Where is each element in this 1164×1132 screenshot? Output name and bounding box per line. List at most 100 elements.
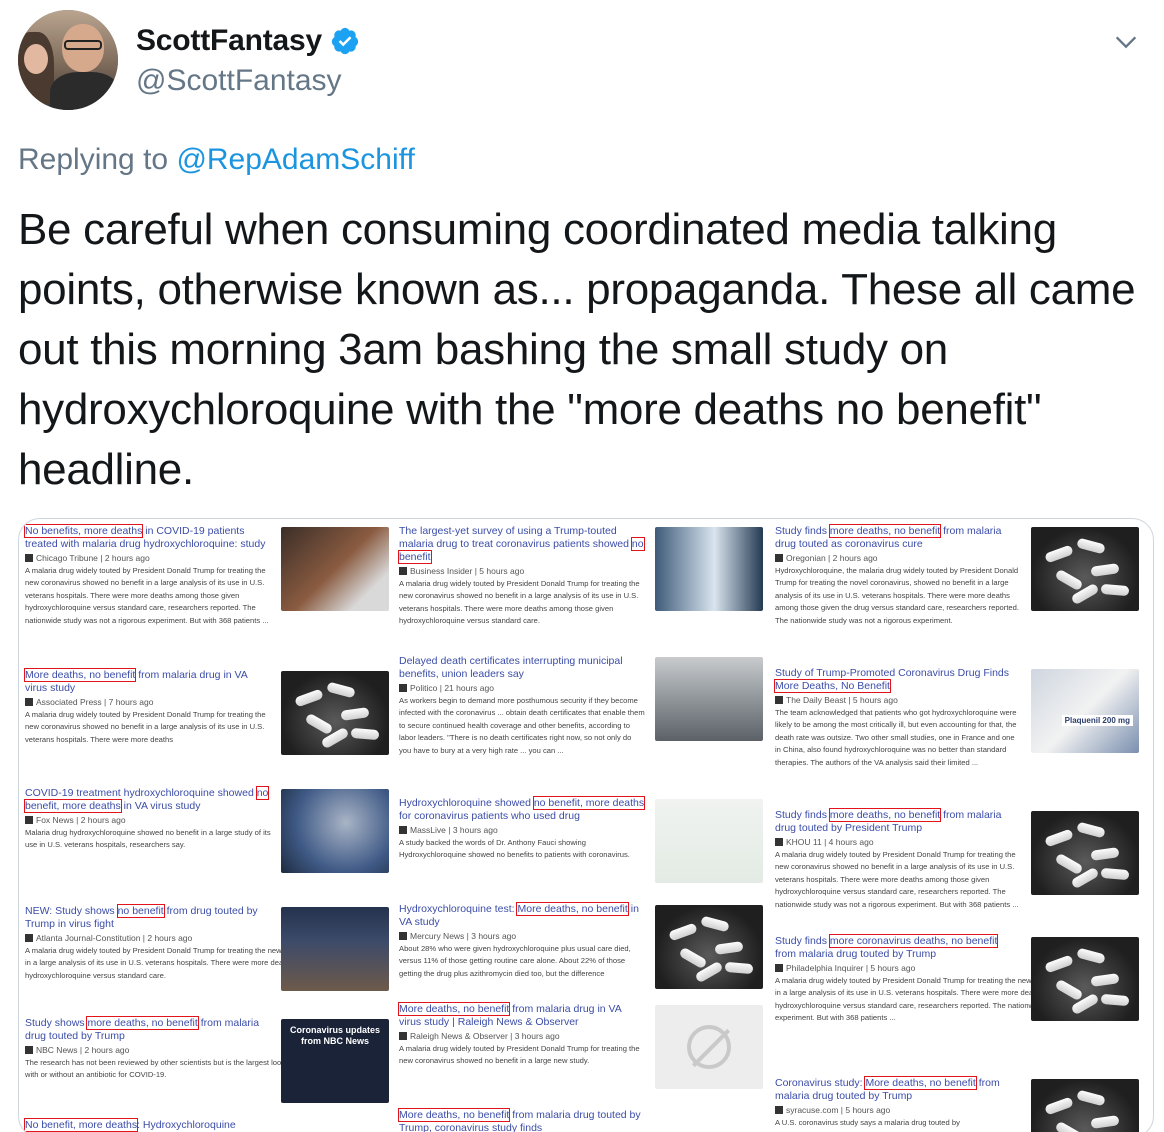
pill-shape — [1100, 867, 1130, 881]
publisher-logo-icon — [399, 932, 407, 940]
news-thumbnail[interactable] — [281, 671, 389, 755]
headline-highlight: No benefits, more deaths — [23, 524, 144, 538]
headline-highlight: More deaths, no benefit — [397, 1108, 511, 1122]
reply-mention-link[interactable]: @RepAdamSchiff — [176, 143, 414, 176]
headline-text: COVID-19 treatment hydroxychloroquine sh… — [25, 787, 257, 799]
publisher-logo-icon — [399, 567, 407, 575]
news-thumbnail[interactable] — [1031, 811, 1139, 895]
news-column-1: No benefits, more deaths in COVID-19 pat… — [19, 519, 393, 1132]
headline-highlight: More deaths, no benefit — [23, 668, 137, 682]
pill-shape — [1054, 1120, 1084, 1132]
pill-shape — [1090, 1115, 1120, 1129]
pill-shape — [1090, 563, 1120, 577]
headline-text: Study of Trump-Promoted Coronavirus Drug… — [775, 667, 1010, 679]
headline-text: Hydroxychloroquine test: — [399, 903, 518, 915]
replying-to: Replying to @RepAdamSchiff — [18, 143, 415, 177]
news-thumbnail[interactable] — [1031, 937, 1139, 1021]
headline-text: for coronavirus patients who used drug — [399, 810, 580, 822]
publisher-logo-icon — [399, 1032, 407, 1040]
news-thumbnail[interactable] — [655, 657, 763, 741]
pill-shape — [350, 727, 380, 741]
headline-highlight: more deaths, no benefit — [86, 1016, 199, 1030]
tweet-media-image[interactable]: No benefits, more deaths in COVID-19 pat… — [18, 518, 1154, 1132]
headline-highlight: More deaths, no benefit — [516, 902, 629, 916]
news-source-text: Oregonian | 2 hours ago — [786, 553, 878, 563]
tweet-text: Be careful when consuming coordinated me… — [18, 205, 1136, 494]
avatar[interactable] — [18, 10, 118, 110]
publisher-logo-icon — [25, 934, 33, 942]
pill-shape — [304, 712, 334, 736]
pill-shape — [1100, 993, 1130, 1007]
news-source-text: NBC News | 2 hours ago — [36, 1045, 130, 1055]
news-source-text: Business Insider | 5 hours ago — [410, 566, 525, 576]
handle[interactable]: @ScottFantasy — [136, 64, 342, 98]
headline-text: Coronavirus study: — [775, 1077, 866, 1089]
news-thumbnail[interactable] — [281, 907, 389, 991]
news-result-headline[interactable]: No benefit, more deaths: Hydroxychloroqu… — [23, 1118, 387, 1132]
pill-shape — [1054, 852, 1084, 876]
news-thumbnail[interactable] — [655, 905, 763, 989]
news-result-card[interactable]: More deaths, no benefit from malaria dru… — [397, 1108, 761, 1132]
news-thumbnail[interactable] — [655, 1005, 763, 1089]
pill-shape — [678, 946, 708, 970]
pill-shape — [1076, 821, 1106, 839]
author-name-row[interactable]: ScottFantasy — [136, 24, 360, 58]
news-thumbnail[interactable] — [1031, 1079, 1139, 1132]
news-thumbnail[interactable] — [655, 527, 763, 611]
news-result-headline[interactable]: More deaths, no benefit from malaria dru… — [397, 1108, 761, 1132]
pill-shape — [1076, 1089, 1106, 1107]
pill-shape — [1044, 828, 1074, 848]
pill-shape — [1100, 583, 1130, 597]
news-thumbnail[interactable] — [655, 799, 763, 883]
pill-shape — [1090, 847, 1120, 861]
news-source-text: Associated Press | 7 hours ago — [36, 697, 154, 707]
pill-shape — [1054, 978, 1084, 1002]
headline-text: Study finds — [775, 809, 830, 821]
pill-shape — [1076, 537, 1106, 555]
pill-shape — [1054, 568, 1084, 592]
thumbnail-caption: Coronavirus updates from NBC News — [289, 1025, 381, 1046]
news-thumbnail[interactable] — [1031, 527, 1139, 611]
headline-text: Study shows — [25, 1017, 88, 1029]
pill-shape — [700, 915, 730, 933]
headline-highlight: no benefit — [116, 904, 165, 918]
news-source-text: MassLive | 3 hours ago — [410, 825, 498, 835]
news-source-text: Raleigh News & Observer | 3 hours ago — [410, 1031, 560, 1041]
headline-highlight: More deaths, no benefit — [397, 1002, 511, 1016]
headline-text: Study finds — [775, 935, 830, 947]
headline-text: Study finds — [775, 525, 830, 537]
display-name[interactable]: ScottFantasy — [136, 24, 322, 58]
publisher-logo-icon — [775, 554, 783, 562]
news-thumbnail[interactable] — [281, 527, 389, 611]
headline-text: Hydroxychloroquine showed — [399, 797, 534, 809]
headline-highlight: more deaths, no benefit — [828, 808, 942, 822]
publisher-logo-icon — [775, 1106, 783, 1114]
news-source-text: The Daily Beast | 5 hours ago — [786, 695, 898, 705]
headline-text: from malaria drug touted by Trump — [775, 948, 937, 960]
news-thumbnail[interactable]: Coronavirus updates from NBC News — [281, 1019, 389, 1103]
news-result-card[interactable]: No benefit, more deaths: Hydroxychloroqu… — [23, 1118, 387, 1132]
headline-highlight: more deaths, no benefit — [828, 524, 942, 538]
pill-shape — [714, 941, 744, 955]
no-image-icon — [687, 1025, 731, 1069]
headline-highlight: No benefit, more deaths — [23, 1118, 139, 1132]
publisher-logo-icon — [25, 816, 33, 824]
headline-text: : Hydroxychloroquine — [137, 1119, 236, 1131]
news-thumbnail[interactable]: Plaquenil 200 mg — [1031, 669, 1139, 753]
chevron-down-icon[interactable] — [1112, 28, 1140, 56]
tweet-header: ScottFantasy @ScottFantasy — [18, 10, 1148, 110]
headline-text: The largest-yet survey of using a Trump-… — [399, 525, 632, 550]
publisher-logo-icon — [399, 826, 407, 834]
pill-shape — [340, 707, 370, 721]
news-thumbnail[interactable] — [281, 789, 389, 873]
headline-highlight: no benefit, more deaths — [532, 796, 646, 810]
pill-shape — [294, 688, 324, 708]
pill-shape — [724, 961, 754, 975]
headline-highlight: more coronavirus deaths, no benefit — [828, 934, 999, 948]
headline-text: NEW: Study shows — [25, 905, 118, 917]
news-column-2: The largest-yet survey of using a Trump-… — [393, 519, 767, 1132]
pill-shape — [1090, 973, 1120, 987]
pill-shape — [1044, 544, 1074, 564]
publisher-logo-icon — [25, 698, 33, 706]
pill-shape — [326, 681, 356, 699]
